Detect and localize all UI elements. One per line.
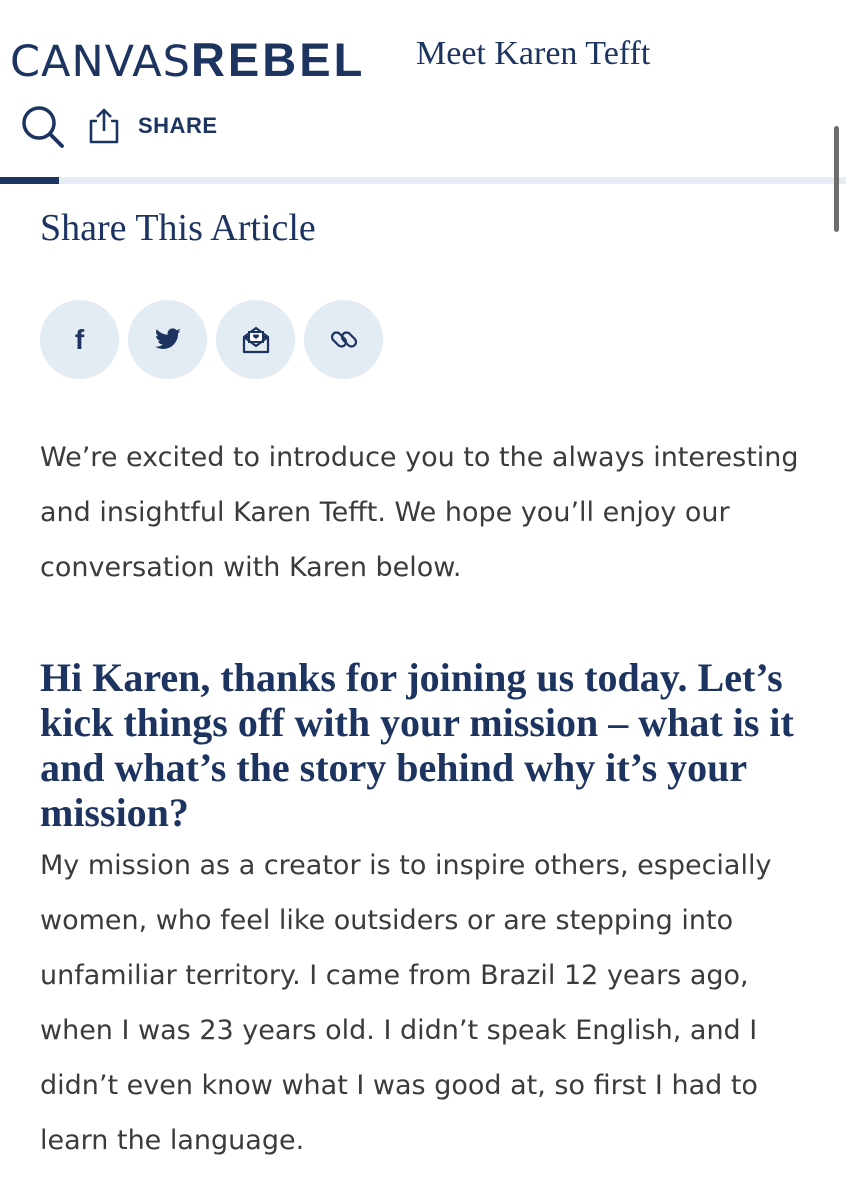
- reading-progress-fill: [0, 177, 60, 184]
- header-article-title: Meet Karen Tefft: [416, 35, 651, 72]
- search-icon: [22, 106, 64, 148]
- share-label: SHARE: [138, 113, 218, 138]
- copy-link-button[interactable]: [304, 300, 383, 379]
- facebook-share-button[interactable]: f: [40, 300, 119, 379]
- email-icon: [242, 326, 269, 353]
- page-scrollbar[interactable]: [834, 126, 839, 232]
- email-share-button[interactable]: [216, 300, 295, 379]
- share-upload-icon: [89, 108, 119, 144]
- copy-link-icon: [330, 330, 357, 348]
- twitter-share-button[interactable]: [128, 300, 207, 379]
- social-share-buttons: f: [40, 300, 392, 379]
- twitter-icon: [154, 327, 181, 349]
- share-button[interactable]: SHARE: [88, 104, 218, 148]
- interview-question: Hi Karen, thanks for joining us today. L…: [40, 655, 794, 835]
- interview-answer: My mission as a creator is to inspire ot…: [40, 850, 772, 1156]
- article-intro: We’re excited to introduce you to the al…: [40, 442, 799, 583]
- facebook-icon: f: [74, 323, 85, 355]
- share-article-heading: Share This Article: [40, 207, 316, 249]
- reading-progress-bar: [0, 177, 846, 184]
- logo-text-bold: REBEL: [190, 33, 366, 86]
- logo-text-light: CANVAS: [10, 37, 191, 87]
- site-header: CANVASREBEL Meet Karen Tefft SHARE: [0, 0, 846, 184]
- search-button[interactable]: [20, 104, 66, 150]
- canvasrebel-logo[interactable]: CANVASREBEL: [10, 34, 365, 88]
